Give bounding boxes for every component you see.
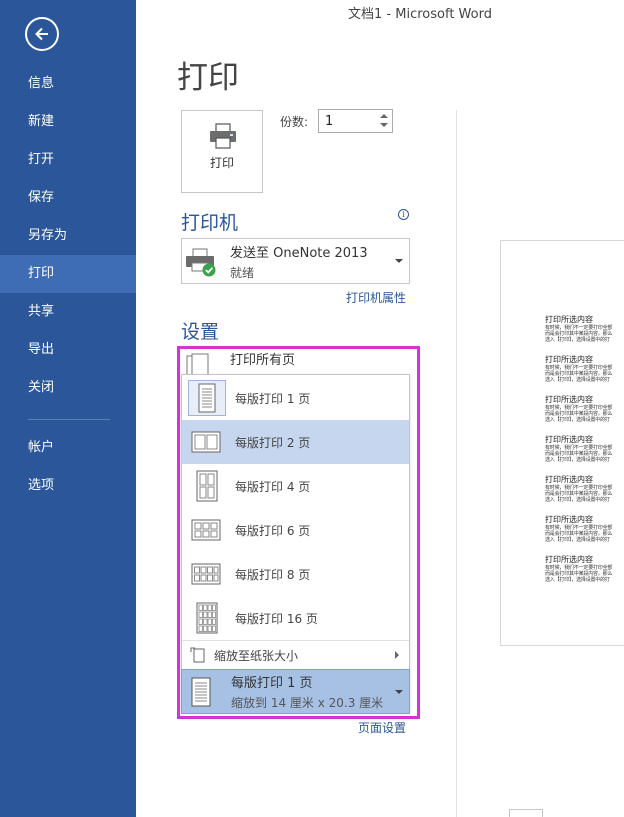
- settings-section-title: 设置: [181, 321, 220, 343]
- scale-to-paper-label: 缩放至纸张大小: [214, 649, 299, 663]
- scale-paper-icon: [190, 647, 205, 663]
- page-setup-link[interactable]: 页面设置: [358, 719, 406, 736]
- preview-line: 选入【打印】，选择设置中的打: [545, 577, 610, 583]
- printer-section-title: 打印机: [181, 212, 239, 234]
- preview-block: 打印所选内容 有时候，我们不一定要打印全部 而是会打印其中某段内容，那么 选入【…: [545, 395, 612, 423]
- sidebar-item-close[interactable]: 关闭: [0, 369, 136, 407]
- one-page-icon: [191, 677, 211, 707]
- preview-block: 打印所选内容 有时候，我们不一定要打印全部 而是会打印其中某段内容，那么 选入【…: [545, 435, 612, 463]
- info-icon[interactable]: i: [398, 209, 409, 220]
- preview-line: 选入【打印】，选择设置中的打: [545, 337, 610, 343]
- printer-properties-link[interactable]: 打印机属性: [346, 289, 406, 306]
- copies-stepper[interactable]: [375, 110, 392, 132]
- two-pages-icon: [188, 424, 226, 460]
- preview-block: 打印所选内容 有时候，我们不一定要打印全部 而是会打印其中某段内容，那么 选入【…: [545, 475, 612, 503]
- printer-name: 发送至 OneNote 2013: [230, 246, 368, 261]
- menu-item-label: 每版打印 16 页: [235, 612, 318, 626]
- chevron-down-icon: [395, 690, 403, 694]
- preview-page: 打印所选内容 有时候，我们不一定要打印全部 而是会打印其中某段内容，那么 选入【…: [500, 240, 624, 646]
- menu-item-4-pages[interactable]: 每版打印 4 页: [182, 464, 409, 508]
- preview-heading: 打印所选内容: [545, 435, 593, 444]
- sidebar-item-open[interactable]: 打开: [0, 141, 136, 179]
- window-title: 文档1 - Microsoft Word: [348, 7, 492, 22]
- menu-item-label: 每版打印 2 页: [235, 436, 311, 450]
- backstage-sidebar: 信息 新建 打开 保存 另存为 打印 共享 导出 关闭 帐户 选项: [0, 0, 136, 817]
- preview-line: 选入【打印】，选择设置中的打: [545, 537, 610, 543]
- six-pages-icon: [188, 512, 226, 548]
- preview-line: 选入【打印】，选择设置中的打: [545, 377, 610, 383]
- preview-heading: 打印所选内容: [545, 475, 593, 484]
- menu-item-label: 每版打印 6 页: [235, 524, 311, 538]
- copies-label: 份数:: [280, 115, 309, 129]
- printer-icon: [210, 123, 236, 149]
- preview-block: 打印所选内容 有时候，我们不一定要打印全部 而是会打印其中某段内容，那么 选入【…: [545, 515, 612, 543]
- preview-block: 打印所选内容 有时候，我们不一定要打印全部 而是会打印其中某段内容，那么 选入【…: [545, 555, 612, 583]
- chevron-down-icon: [395, 259, 403, 263]
- printer-check-icon: [186, 248, 216, 277]
- scale-to-paper-item[interactable]: 缩放至纸张大小: [182, 642, 409, 668]
- back-button[interactable]: [25, 17, 59, 51]
- printer-select[interactable]: 发送至 OneNote 2013 就绪: [181, 238, 410, 284]
- preview-block: 打印所选内容 有时候，我们不一定要打印全部 而是会打印其中某段内容，那么 选入【…: [545, 315, 612, 343]
- menu-item-8-pages[interactable]: 每版打印 8 页: [182, 552, 409, 596]
- sidebar-item-info[interactable]: 信息: [0, 65, 136, 103]
- menu-item-6-pages[interactable]: 每版打印 6 页: [182, 508, 409, 552]
- stepper-down-icon[interactable]: [380, 123, 388, 127]
- printer-status: 就绪: [230, 266, 255, 280]
- preview-heading: 打印所选内容: [545, 395, 593, 404]
- preview-heading: 打印所选内容: [545, 555, 593, 564]
- pages-per-sheet-select[interactable]: 每版打印 1 页 缩放到 14 厘米 x 20.3 厘米: [181, 669, 410, 714]
- menu-item-16-pages[interactable]: 每版打印 16 页: [182, 596, 409, 640]
- menu-item-label: 每版打印 4 页: [235, 480, 311, 494]
- menu-item-label: 每版打印 1 页: [235, 392, 311, 406]
- page-number-box[interactable]: [509, 809, 543, 817]
- chevron-right-icon: [395, 651, 399, 659]
- sidebar-item-account[interactable]: 帐户: [0, 429, 136, 467]
- sidebar-item-save[interactable]: 保存: [0, 179, 136, 217]
- preview-heading: 打印所选内容: [545, 515, 593, 524]
- one-page-icon: [188, 380, 226, 416]
- menu-item-2-pages[interactable]: 每版打印 2 页: [182, 420, 409, 464]
- sidebar-item-save-as[interactable]: 另存为: [0, 217, 136, 255]
- eight-pages-icon: [188, 556, 226, 592]
- sidebar-item-options[interactable]: 选项: [0, 467, 136, 505]
- menu-divider: [182, 640, 409, 641]
- arrow-left-icon: [35, 27, 48, 41]
- stepper-up-icon[interactable]: [380, 114, 388, 118]
- menu-item-label: 每版打印 8 页: [235, 568, 311, 582]
- sixteen-pages-icon: [188, 600, 226, 636]
- print-button[interactable]: 打印: [181, 110, 263, 193]
- preview-line: 选入【打印】，选择设置中的打: [545, 497, 610, 503]
- sidebar-item-share[interactable]: 共享: [0, 293, 136, 331]
- sidebar-item-export[interactable]: 导出: [0, 331, 136, 369]
- menu-item-1-page[interactable]: 每版打印 1 页: [182, 376, 409, 420]
- preview-line: 选入【打印】，选择设置中的打: [545, 457, 610, 463]
- four-pages-icon: [188, 468, 226, 504]
- copies-value: 1: [325, 114, 334, 129]
- copies-input[interactable]: 1: [318, 109, 393, 133]
- page-title: 打印: [177, 60, 239, 96]
- preview-heading: 打印所选内容: [545, 355, 593, 364]
- sidebar-divider: [28, 419, 110, 420]
- sidebar-item-new[interactable]: 新建: [0, 103, 136, 141]
- print-button-label: 打印: [209, 156, 234, 170]
- pages-per-sheet-menu: 每版打印 1 页 每版打印 2 页 每版打印 4 页 每版打印 6 页 每版打印…: [181, 374, 410, 712]
- pages-per-sheet-title: 每版打印 1 页: [231, 676, 313, 691]
- pages-per-sheet-subtitle: 缩放到 14 厘米 x 20.3 厘米: [231, 696, 384, 710]
- preview-heading: 打印所选内容: [545, 315, 593, 324]
- print-range-title: 打印所有页: [230, 353, 296, 368]
- preview-line: 选入【打印】，选择设置中的打: [545, 417, 610, 423]
- preview-block: 打印所选内容 有时候，我们不一定要打印全部 而是会打印其中某段内容，那么 选入【…: [545, 355, 612, 383]
- sidebar-item-print[interactable]: 打印: [0, 255, 136, 293]
